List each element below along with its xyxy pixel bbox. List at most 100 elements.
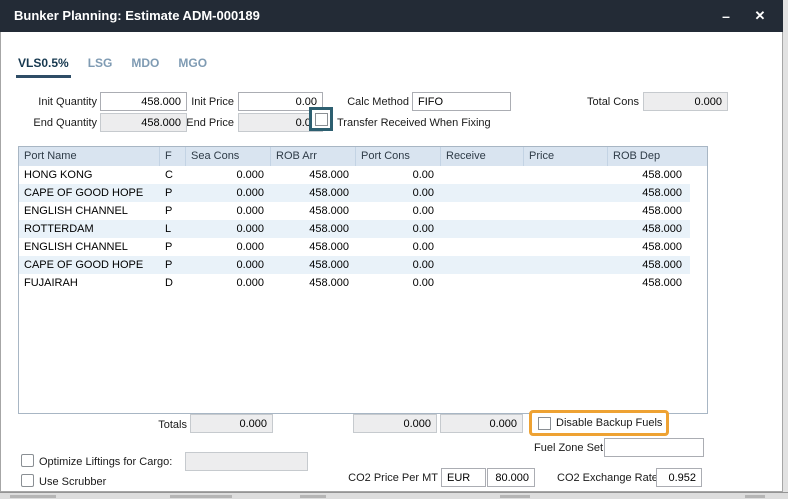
- fuel-zone-set-label: Fuel Zone Set: [534, 442, 603, 454]
- table-cell: 0.000: [186, 220, 271, 238]
- table-cell: 458.000: [271, 238, 356, 256]
- table-row[interactable]: CAPE OF GOOD HOPEP0.000458.0000.00458.00…: [19, 184, 690, 202]
- table-header-row: Port Name F Sea Cons ROB Arr Port Cons R…: [19, 147, 707, 166]
- disable-backup-fuels-checkbox[interactable]: [538, 417, 551, 430]
- init-quantity-label: Init Quantity: [11, 96, 97, 108]
- table-cell: [524, 166, 608, 184]
- table-cell: [441, 202, 524, 220]
- disable-backup-fuels-highlight: Disable Backup Fuels: [529, 410, 669, 436]
- close-icon[interactable]: ✕: [748, 0, 772, 32]
- fuel-tabs: VLS0.5% LSG MDO MGO: [16, 54, 209, 78]
- table-cell: 458.000: [271, 202, 356, 220]
- table-cell: 0.00: [356, 274, 441, 292]
- table-cell: 458.000: [271, 166, 356, 184]
- table-cell: [441, 166, 524, 184]
- totals-port-cons-field: [353, 414, 437, 433]
- table-row[interactable]: ROTTERDAML0.000458.0000.00458.000: [19, 220, 690, 238]
- table-cell: [524, 202, 608, 220]
- table-cell: [441, 184, 524, 202]
- table-cell: P: [160, 256, 186, 274]
- co2-exchange-rate-label: CO2 Exchange Rate: [557, 472, 651, 484]
- table-cell: [524, 274, 608, 292]
- table-cell: P: [160, 202, 186, 220]
- table-cell: 0.000: [186, 184, 271, 202]
- table-cell: ENGLISH CHANNEL: [19, 202, 160, 220]
- end-quantity-label: End Quantity: [11, 117, 97, 129]
- table-cell: [524, 238, 608, 256]
- fuel-zone-set-input[interactable]: [604, 438, 704, 457]
- title-bar: Bunker Planning: Estimate ADM-000189 – ✕: [0, 0, 783, 32]
- table-cell: [524, 220, 608, 238]
- column-header-port-name[interactable]: Port Name: [19, 147, 160, 166]
- table-cell: [524, 184, 608, 202]
- table-cell: [441, 220, 524, 238]
- tab-mdo[interactable]: MDO: [129, 54, 161, 78]
- table-cell: 0.00: [356, 256, 441, 274]
- column-header-f[interactable]: F: [160, 147, 186, 166]
- tab-vls05[interactable]: VLS0.5%: [16, 54, 71, 78]
- table-cell: FUJAIRAH: [19, 274, 160, 292]
- transfer-received-label: Transfer Received When Fixing: [337, 117, 491, 129]
- table-cell: D: [160, 274, 186, 292]
- table-cell: 458.000: [608, 274, 689, 292]
- optimize-liftings-checkbox[interactable]: [21, 454, 34, 467]
- co2-currency-input[interactable]: [441, 468, 486, 487]
- table-row[interactable]: CAPE OF GOOD HOPEP0.000458.0000.00458.00…: [19, 256, 690, 274]
- table-cell: [524, 256, 608, 274]
- table-cell: 458.000: [608, 202, 689, 220]
- table-cell: ENGLISH CHANNEL: [19, 238, 160, 256]
- table-cell: 458.000: [271, 274, 356, 292]
- table-cell: P: [160, 238, 186, 256]
- table-row[interactable]: HONG KONGC0.000458.0000.00458.000: [19, 166, 690, 184]
- table-cell: 458.000: [608, 256, 689, 274]
- optimize-liftings-field: [185, 452, 308, 471]
- bunker-planning-dialog: Bunker Planning: Estimate ADM-000189 – ✕…: [0, 0, 783, 492]
- column-header-port-cons[interactable]: Port Cons: [356, 147, 441, 166]
- column-header-receive[interactable]: Receive: [441, 147, 524, 166]
- table-cell: 458.000: [608, 166, 689, 184]
- table-cell: CAPE OF GOOD HOPE: [19, 184, 160, 202]
- bunker-table: Port Name F Sea Cons ROB Arr Port Cons R…: [18, 146, 708, 414]
- co2-exchange-rate-input[interactable]: [656, 468, 702, 487]
- table-cell: HONG KONG: [19, 166, 160, 184]
- total-cons-field: [643, 92, 728, 111]
- column-header-price[interactable]: Price: [524, 147, 608, 166]
- calc-method-label: Calc Method: [337, 96, 409, 108]
- use-scrubber-checkbox[interactable]: [21, 474, 34, 487]
- table-cell: 458.000: [271, 220, 356, 238]
- table-row[interactable]: ENGLISH CHANNELP0.000458.0000.00458.000: [19, 238, 690, 256]
- table-cell: 0.000: [186, 238, 271, 256]
- background-window: [0, 492, 788, 499]
- tab-mgo[interactable]: MGO: [176, 54, 209, 78]
- table-cell: 0.000: [186, 256, 271, 274]
- co2-price-input[interactable]: [487, 468, 535, 487]
- co2-price-label: CO2 Price Per MT: [341, 472, 438, 484]
- table-row[interactable]: FUJAIRAHD0.000458.0000.00458.000: [19, 274, 690, 292]
- transfer-received-focus-ring: [309, 107, 333, 131]
- table-cell: [441, 256, 524, 274]
- column-header-rob-arr[interactable]: ROB Arr: [271, 147, 356, 166]
- table-row[interactable]: ENGLISH CHANNELP0.000458.0000.00458.000: [19, 202, 690, 220]
- table-cell: L: [160, 220, 186, 238]
- table-cell: 458.000: [271, 184, 356, 202]
- dialog-title: Bunker Planning: Estimate ADM-000189: [14, 0, 260, 32]
- table-cell: 458.000: [608, 238, 689, 256]
- tab-lsg[interactable]: LSG: [86, 54, 115, 78]
- table-cell: 0.00: [356, 166, 441, 184]
- table-cell: 0.00: [356, 202, 441, 220]
- totals-label: Totals: [131, 419, 187, 431]
- init-price-label: Init Price: [161, 96, 234, 108]
- total-cons-label: Total Cons: [567, 96, 639, 108]
- table-body: HONG KONGC0.000458.0000.00458.000CAPE OF…: [19, 166, 707, 292]
- column-header-rob-dep[interactable]: ROB Dep: [608, 147, 689, 166]
- totals-sea-cons-field: [190, 414, 273, 433]
- table-cell: C: [160, 166, 186, 184]
- column-header-sea-cons[interactable]: Sea Cons: [186, 147, 271, 166]
- totals-receive-field: [440, 414, 523, 433]
- screen: Bunker Planning: Estimate ADM-000189 – ✕…: [0, 0, 788, 499]
- table-cell: 0.000: [186, 202, 271, 220]
- table-cell: 458.000: [608, 184, 689, 202]
- calc-method-input[interactable]: [412, 92, 511, 111]
- minimize-icon[interactable]: –: [714, 0, 738, 32]
- transfer-received-checkbox[interactable]: [315, 113, 328, 126]
